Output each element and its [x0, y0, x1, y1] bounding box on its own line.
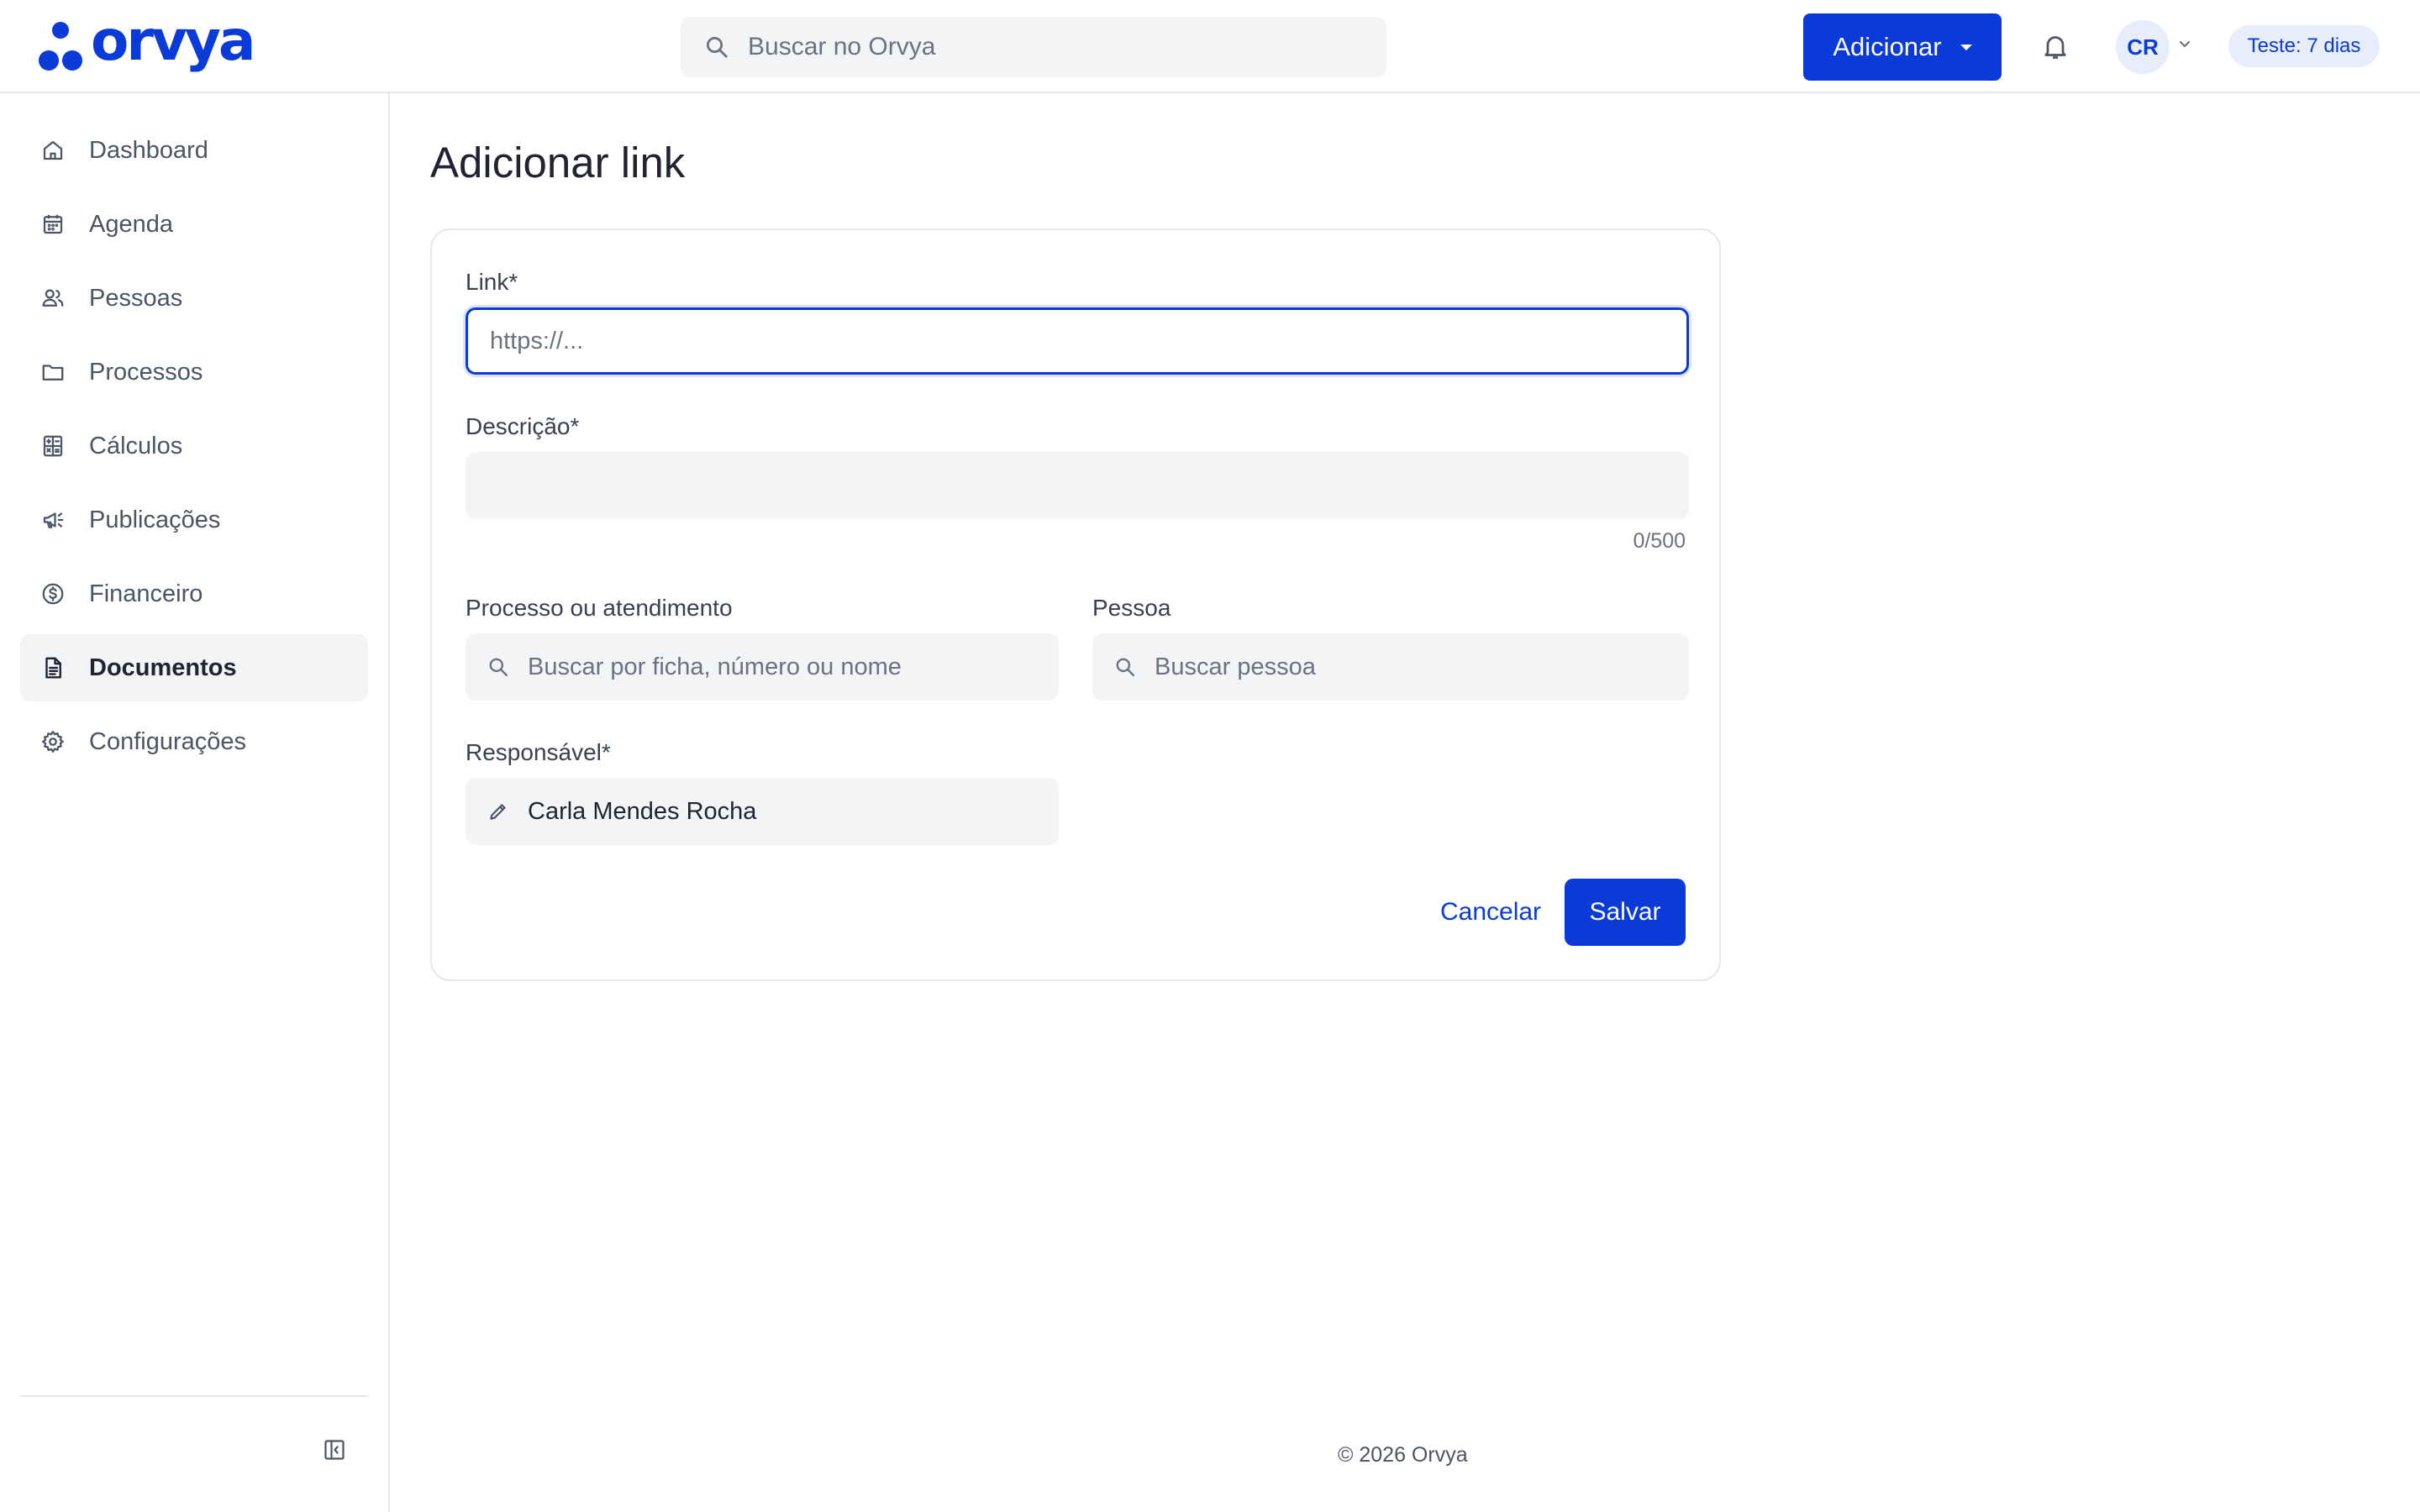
sidebar-item-label: Pessoas [89, 284, 183, 312]
logo-mark-icon [39, 20, 82, 72]
sidebar-item-documentos[interactable]: Documentos [20, 634, 368, 701]
top-bar: orvya Adicionar CR Teste: 7 dias [0, 0, 2420, 93]
process-label: Processo ou atendimento [466, 595, 733, 621]
collapse-sidebar-icon[interactable] [323, 1438, 346, 1462]
assignee-label: Responsável* [466, 739, 611, 765]
sidebar-item-label: Processos [89, 358, 203, 386]
add-button-label: Adicionar [1833, 32, 1942, 61]
sidebar-item-label: Cálculos [89, 432, 183, 459]
caret-down-icon [1960, 44, 1972, 50]
sidebar-item-label: Documentos [89, 654, 237, 681]
sidebar-item-calculos[interactable]: Cálculos [20, 412, 368, 480]
sidebar-item-label: Dashboard [89, 136, 208, 164]
logo-wordmark: orvya [91, 8, 255, 73]
sidebar-item-label: Financeiro [89, 580, 203, 607]
user-avatar[interactable]: CR [2116, 20, 2170, 74]
sidebar-nav: Dashboard Agenda Pessoas Processos Cálcu… [20, 117, 368, 782]
add-button[interactable]: Adicionar [1803, 13, 2002, 81]
global-search-input[interactable] [748, 33, 1336, 61]
pencil-icon [490, 804, 506, 820]
chevron-down-icon[interactable] [2176, 39, 2193, 50]
document-icon [45, 657, 61, 679]
sidebar-item-label: Agenda [89, 210, 173, 238]
gear-icon [42, 731, 64, 753]
footer-copyright: © 2026 Orvya [1338, 1443, 1468, 1467]
calculator-icon [43, 435, 63, 457]
link-label: Link* [466, 269, 518, 295]
bell-icon[interactable] [2040, 30, 2070, 62]
description-char-counter: 0/500 [1633, 529, 1686, 553]
search-icon [707, 37, 728, 58]
assignee-value: Carla Mendes Rocha [528, 797, 757, 825]
link-field[interactable] [466, 307, 1689, 375]
search-icon [1116, 658, 1134, 676]
person-search-field[interactable] [1092, 633, 1689, 701]
dollar-icon [42, 583, 64, 605]
orvya-logo[interactable]: orvya [39, 13, 255, 74]
page-title: Adicionar link [430, 139, 686, 186]
sidebar-item-publicacoes[interactable]: Publicações [20, 486, 368, 554]
sidebar-item-label: Publicações [89, 506, 221, 533]
sidebar-item-configuracoes[interactable]: Configurações [20, 708, 368, 775]
sidebar-item-financeiro[interactable]: Financeiro [20, 560, 368, 627]
add-link-form: Link* Descrição* 0/500 Processo ou atend… [430, 228, 1721, 981]
description-field[interactable] [466, 452, 1689, 519]
sidebar-item-pessoas[interactable]: Pessoas [20, 265, 368, 332]
sidebar-item-dashboard[interactable]: Dashboard [20, 117, 368, 184]
global-search[interactable] [681, 17, 1386, 77]
save-button[interactable]: Salvar [1565, 879, 1686, 946]
folder-icon [42, 365, 64, 381]
sidebar-item-processos[interactable]: Processos [20, 339, 368, 406]
link-input[interactable] [490, 327, 1686, 355]
megaphone-icon [43, 512, 64, 528]
calendar-icon [43, 214, 63, 234]
assignee-field[interactable]: Carla Mendes Rocha [466, 778, 1059, 845]
search-icon [489, 658, 508, 676]
description-label: Descrição* [466, 413, 580, 439]
description-input[interactable] [487, 471, 1689, 500]
people-icon [42, 289, 64, 307]
person-label: Pessoa [1092, 595, 1171, 621]
trial-badge[interactable]: Teste: 7 dias [2228, 25, 2380, 67]
process-search-input[interactable] [528, 653, 1059, 681]
sidebar-divider [20, 1395, 368, 1397]
sidebar-item-label: Configurações [89, 727, 246, 755]
person-search-input[interactable] [1155, 653, 1689, 681]
sidebar: Dashboard Agenda Pessoas Processos Cálcu… [0, 93, 390, 1512]
cancel-button[interactable]: Cancelar [1432, 879, 1549, 946]
home-icon [43, 140, 63, 160]
sidebar-item-agenda[interactable]: Agenda [20, 191, 368, 258]
process-search-field[interactable] [466, 633, 1059, 701]
